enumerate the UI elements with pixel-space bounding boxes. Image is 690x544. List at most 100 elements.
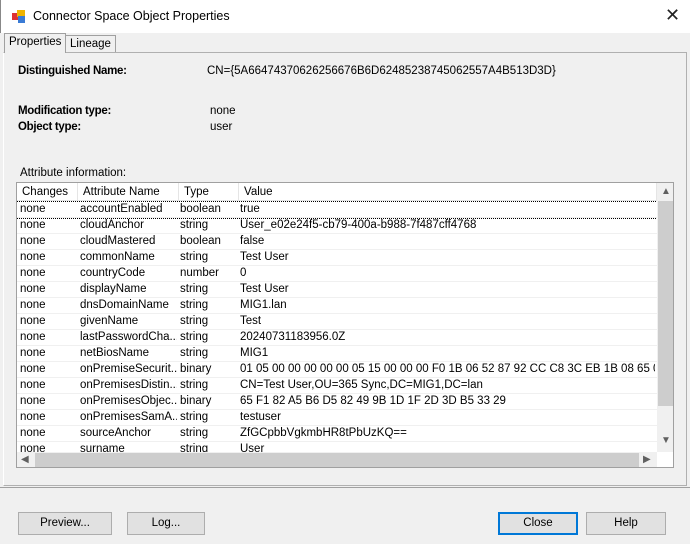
cell-type: string (180, 331, 209, 343)
cell-attribute-name: cloudAnchor (80, 219, 144, 231)
table-header: Changes Attribute Name Type Value (17, 183, 657, 201)
cell-changes: none (20, 283, 46, 295)
cell-type: string (180, 283, 209, 295)
window-title: Connector Space Object Properties (33, 9, 230, 23)
cell-type: string (180, 315, 209, 327)
cell-attribute-name: commonName (80, 251, 155, 263)
cell-value: 0 (240, 267, 247, 279)
cell-value: true (240, 203, 260, 215)
cell-changes: none (20, 411, 46, 423)
cell-value: Test User (240, 283, 289, 295)
cell-changes: none (20, 251, 46, 263)
scroll-right-icon[interactable]: ▶ (643, 454, 651, 465)
table-row[interactable]: none onPremisesDistin... string CN=Test Use… (17, 378, 657, 394)
cell-changes: none (20, 395, 46, 407)
close-icon[interactable]: ✕ (665, 5, 680, 26)
object-type-label: Object type: (18, 121, 81, 133)
cell-type: binary (180, 363, 212, 375)
cell-attribute-name: lastPasswordCha... (80, 331, 177, 343)
cell-attribute-name: displayName (80, 283, 147, 295)
log-button[interactable]: Log... (127, 512, 205, 535)
cell-attribute-name: givenName (80, 315, 139, 327)
cell-type: string (180, 251, 209, 263)
cell-type: string (180, 299, 209, 311)
vertical-scrollbar[interactable]: ▲ ▼ (657, 183, 673, 452)
vertical-scroll-thumb[interactable] (658, 201, 673, 406)
cell-value: Test User (240, 251, 289, 263)
table-row[interactable]: none cloudMastered boolean false (17, 234, 657, 250)
distinguished-name-label: Distinguished Name: (18, 65, 127, 77)
column-header-value[interactable]: Value (239, 183, 657, 201)
table-row[interactable]: none sourceAnchor string ZfGCpbbVgkmbHR8tPb… (17, 426, 657, 442)
cell-changes: none (20, 203, 46, 215)
cell-value: Test (240, 315, 262, 327)
column-header-attribute-name[interactable]: Attribute Name (78, 183, 179, 201)
cell-type: string (180, 427, 209, 439)
tab-properties[interactable]: Properties (4, 33, 67, 53)
horizontal-scroll-thumb[interactable] (35, 453, 639, 467)
scroll-left-icon[interactable]: ◀ (21, 454, 29, 465)
cell-value: 01 05 00 00 00 00 00 05 15 00 00 00 F0 1… (240, 363, 655, 375)
scroll-down-icon[interactable]: ▼ (661, 435, 671, 446)
cell-value: ZfGCpbbVgkmbHR8tPbUzKQ== (240, 427, 407, 439)
cell-attribute-name: onPremiseSecurit... (80, 363, 177, 375)
cell-type: binary (180, 395, 212, 407)
table-row[interactable]: none onPremisesSamA... string testuser (17, 410, 657, 426)
table-row[interactable]: none displayName string Test User (17, 282, 657, 298)
cell-changes: none (20, 363, 46, 375)
help-button[interactable]: Help (586, 512, 666, 535)
divider (0, 487, 690, 488)
cell-attribute-name: netBiosName (80, 347, 150, 359)
cell-attribute-name: onPremisesObjec... (80, 395, 177, 407)
cell-attribute-name: cloudMastered (80, 235, 156, 247)
cell-changes: none (20, 219, 46, 231)
table-row[interactable]: none countryCode number 0 (17, 266, 657, 282)
table-row[interactable]: none cloudAnchor string User_e02e24f5-cb79-… (17, 218, 657, 234)
table-row[interactable]: none onPremisesObjec... binary 65 F1 82 A5 … (17, 394, 657, 410)
table-row[interactable]: none lastPasswordCha... string 202407311839… (17, 330, 657, 346)
attribute-table[interactable]: Changes Attribute Name Type Value none ac… (16, 182, 674, 468)
cell-type: boolean (180, 235, 221, 247)
table-row[interactable]: none netBiosName string MIG1 (17, 346, 657, 362)
cell-type: string (180, 219, 209, 231)
cell-changes: none (20, 331, 46, 343)
distinguished-name-value: CN={5A66474370626256676B6D62485238745062… (207, 65, 556, 77)
modification-type-label: Modification type: (18, 105, 111, 117)
table-row[interactable]: none commonName string Test User (17, 250, 657, 266)
table-row[interactable]: none dnsDomainName string MIG1.lan (17, 298, 657, 314)
column-header-changes[interactable]: Changes (17, 183, 78, 201)
cell-value: CN=Test User,OU=365 Sync,DC=MIG1,DC=lan (240, 379, 483, 391)
app-icon (12, 10, 26, 23)
scroll-up-icon[interactable]: ▲ (661, 186, 671, 197)
column-header-type[interactable]: Type (179, 183, 239, 201)
table-row[interactable]: none accountEnabled boolean true (17, 201, 658, 219)
cell-changes: none (20, 379, 46, 391)
cell-value: 20240731183956.0Z (240, 331, 346, 343)
cell-attribute-name: dnsDomainName (80, 299, 169, 311)
cell-changes: none (20, 427, 46, 439)
cell-changes: none (20, 267, 46, 279)
preview-button[interactable]: Preview... (18, 512, 112, 535)
cell-attribute-name: sourceAnchor (80, 427, 151, 439)
cell-changes: none (20, 299, 46, 311)
cell-attribute-name: accountEnabled (80, 203, 163, 215)
cell-value: MIG1.lan (240, 299, 287, 311)
cell-changes: none (20, 315, 46, 327)
object-type-value: user (210, 121, 233, 133)
horizontal-scrollbar[interactable]: ◀ ▶ (17, 452, 657, 467)
cell-value: User_e02e24f5-cb79-400a-b988-7f487cff476… (240, 219, 477, 231)
cell-changes: none (20, 235, 46, 247)
tab-lineage[interactable]: Lineage (65, 35, 116, 53)
cell-type: string (180, 347, 209, 359)
cell-value: MIG1 (240, 347, 269, 359)
attribute-info-label: Attribute information: (20, 167, 127, 179)
cell-value: 65 F1 82 A5 B6 D5 82 49 9B 1D 1F 2D 3D B… (240, 395, 506, 407)
title-bar: Connector Space Object Properties ✕ (0, 0, 690, 33)
table-row[interactable]: none onPremiseSecurit... binary 01 05 00 00… (17, 362, 657, 378)
table-row[interactable]: none givenName string Test (17, 314, 657, 330)
cell-value: testuser (240, 411, 281, 423)
cell-type: string (180, 379, 209, 391)
cell-type: string (180, 411, 209, 423)
cell-attribute-name: onPremisesDistin... (80, 379, 177, 391)
close-button[interactable]: Close (498, 512, 578, 535)
